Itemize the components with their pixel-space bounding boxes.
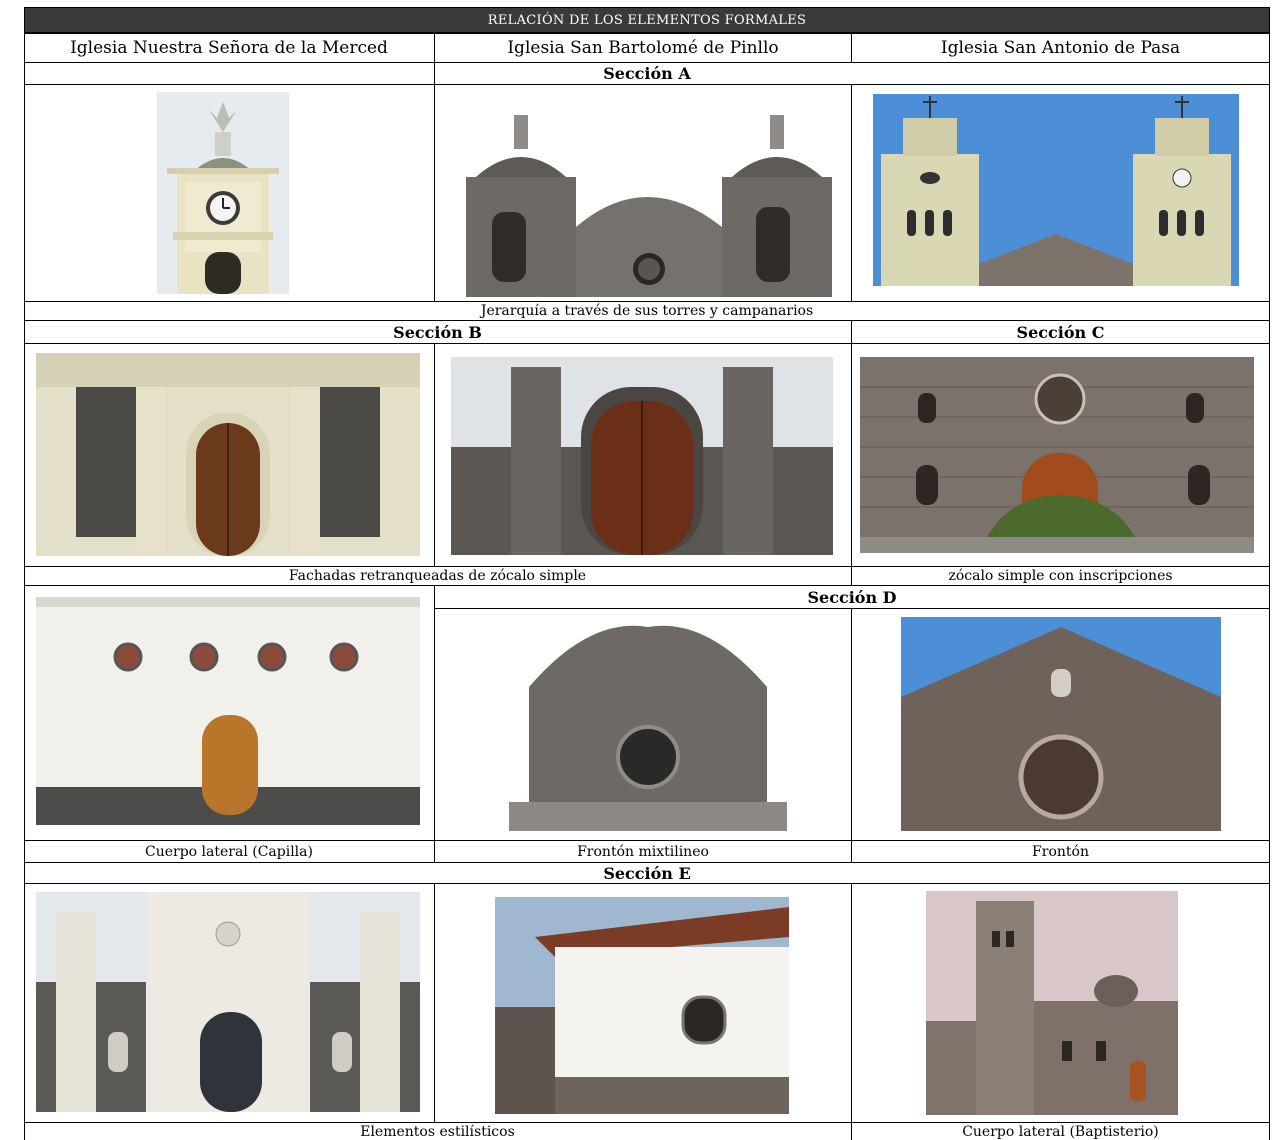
caption-fronton-mixtilineo: Frontón mixtilineo <box>577 843 709 860</box>
photo-merced-stylistic <box>36 892 420 1112</box>
photo-pasa-pediment <box>901 617 1221 831</box>
section-d-label: Sección D <box>807 587 897 607</box>
column-title-pinllo: Iglesia San Bartolomé de Pinllo <box>507 38 779 58</box>
column-title-pasa: Iglesia San Antonio de Pasa <box>940 38 1181 58</box>
section-a-label: Sección A <box>603 64 691 83</box>
caption-lateral-baptisterio: Cuerpo lateral (Baptisterio) <box>962 1123 1159 1140</box>
caption-lateral-capilla: Cuerpo lateral (Capilla) <box>145 843 313 860</box>
caption-section-c: zócalo simple con inscripciones <box>948 568 1173 584</box>
photo-pinllo-towers <box>456 97 842 297</box>
column-title-merced: Iglesia Nuestra Señora de la Merced <box>70 38 388 58</box>
caption-section-a: Jerarquía a través de sus torres y campa… <box>480 303 814 319</box>
section-c-label: Sección C <box>1016 322 1105 342</box>
photo-pinllo-pediment <box>509 617 787 831</box>
photo-merced-tower <box>157 92 289 294</box>
photo-merced-facade <box>36 353 420 556</box>
photo-pasa-baptistery <box>926 891 1178 1115</box>
formal-elements-table: RELACIÓN DE LOS ELEMENTOS FORMALES Igles… <box>24 7 1270 1140</box>
section-b-label: Sección B <box>393 322 482 342</box>
photo-pinllo-stylistic <box>495 897 789 1114</box>
table-title: RELACIÓN DE LOS ELEMENTOS FORMALES <box>24 7 1270 33</box>
caption-section-b: Fachadas retranqueadas de zócalo simple <box>288 568 587 584</box>
caption-fronton: Frontón <box>1032 843 1089 860</box>
photo-merced-chapel <box>36 597 420 825</box>
photo-pasa-facade <box>860 357 1254 553</box>
photo-pasa-towers <box>873 94 1239 286</box>
photo-pinllo-facade <box>451 357 833 555</box>
caption-elementos-estilisticos: Elementos estilísticos <box>360 1123 515 1140</box>
section-e-label: Sección E <box>603 863 691 883</box>
